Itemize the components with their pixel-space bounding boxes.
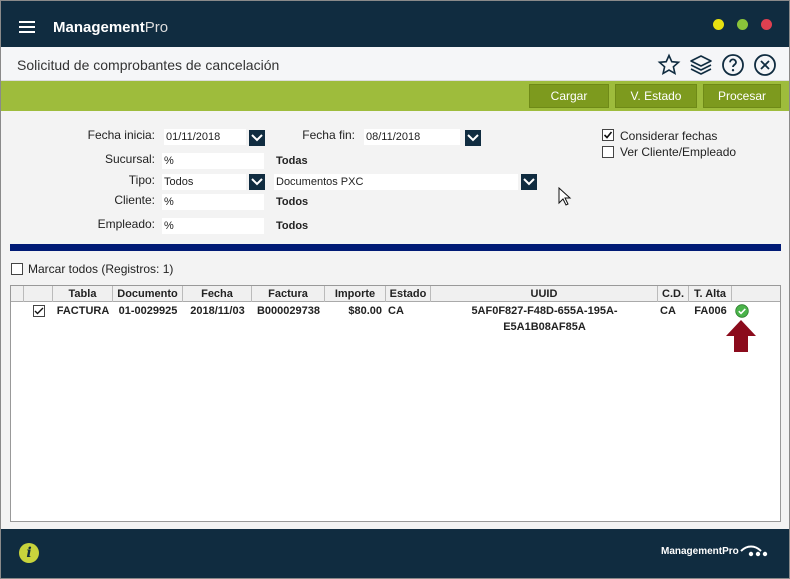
footer-bar: i ManagementPro bbox=[1, 529, 789, 578]
section-divider bbox=[10, 244, 781, 251]
tipo-dropdown-icon[interactable] bbox=[249, 174, 265, 190]
info-icon[interactable]: i bbox=[19, 543, 39, 563]
page-header: Solicitud de comprobantes de cancelación bbox=[1, 47, 789, 81]
check-circle-icon[interactable] bbox=[732, 303, 752, 319]
maximize-icon[interactable] bbox=[737, 19, 748, 30]
empleado-description: Todos bbox=[276, 220, 309, 232]
cliente-label: Cliente: bbox=[114, 193, 155, 207]
cell-fecha: 2018/11/03 bbox=[190, 305, 245, 317]
marcar-todos-label: Marcar todos (Registros: 1) bbox=[28, 262, 174, 276]
header-estado[interactable]: Estado bbox=[386, 286, 431, 302]
filter-form: Fecha inicia: 01/11/2018 Fecha fin: 08/1… bbox=[1, 111, 789, 241]
header-documento[interactable]: Documento bbox=[113, 286, 183, 302]
empleado-label: Empleado: bbox=[97, 217, 155, 231]
sucursal-description: Todas bbox=[276, 155, 308, 167]
tipo-select[interactable]: Todos bbox=[162, 174, 246, 190]
star-icon[interactable] bbox=[657, 53, 681, 77]
cell-documento: 01-0029925 bbox=[118, 305, 178, 317]
header-tabla[interactable]: Tabla bbox=[53, 286, 113, 302]
tipo-documento-dropdown-icon[interactable] bbox=[521, 174, 537, 190]
page-title: Solicitud de comprobantes de cancelación bbox=[17, 57, 280, 73]
cell-cd: CA bbox=[660, 305, 676, 317]
cliente-description: Todos bbox=[276, 196, 309, 208]
cell-tabla: FACTURA bbox=[56, 305, 110, 317]
fecha-inicia-dropdown-icon[interactable] bbox=[249, 130, 265, 146]
action-bar: Cargar V. Estado Procesar bbox=[1, 81, 789, 111]
cell-talta: FA006 bbox=[694, 305, 727, 317]
v-estado-button[interactable]: V. Estado bbox=[615, 84, 697, 108]
footer-brand: ManagementPro bbox=[661, 546, 739, 557]
fecha-inicia-field[interactable]: 01/11/2018 bbox=[164, 129, 246, 145]
considerar-fechas-label: Considerar fechas bbox=[620, 129, 718, 143]
ver-cliente-empleado-checkbox[interactable] bbox=[602, 146, 614, 158]
tipo-label: Tipo: bbox=[128, 173, 155, 187]
title-bar: ManagementPro bbox=[1, 1, 789, 47]
logo-icon bbox=[740, 545, 768, 557]
cell-uuid: 5AF0F827-F48D-655A-195A-E5A1B08AF85A bbox=[471, 305, 618, 333]
tipo-documento-select[interactable]: Documentos PXC bbox=[274, 174, 518, 190]
header-talta[interactable]: T. Alta bbox=[689, 286, 732, 302]
cell-importe: $80.00 bbox=[348, 305, 382, 317]
help-icon[interactable] bbox=[721, 53, 745, 77]
minimize-icon[interactable] bbox=[713, 19, 724, 30]
marcar-todos-checkbox[interactable] bbox=[11, 263, 23, 275]
header-cd[interactable]: C.D. bbox=[658, 286, 689, 302]
sucursal-label: Sucursal: bbox=[104, 152, 155, 166]
ver-cliente-empleado-label: Ver Cliente/Empleado bbox=[620, 145, 737, 159]
close-icon[interactable] bbox=[753, 53, 777, 77]
window-close-icon[interactable] bbox=[761, 19, 772, 30]
fecha-fin-dropdown-icon[interactable] bbox=[465, 130, 481, 146]
empleado-field[interactable]: % bbox=[162, 218, 264, 234]
up-arrow-icon bbox=[726, 320, 756, 352]
cliente-field[interactable]: % bbox=[162, 194, 264, 210]
header-select bbox=[24, 286, 53, 302]
header-uuid[interactable]: UUID bbox=[431, 286, 658, 302]
fecha-fin-label: Fecha fin: bbox=[302, 128, 355, 142]
results-table: Tabla Documento Fecha Factura Importe Es… bbox=[10, 285, 781, 522]
header-importe[interactable]: Importe bbox=[325, 286, 386, 302]
fecha-inicia-label: Fecha inicia: bbox=[87, 128, 155, 142]
cell-factura: B000029738 bbox=[256, 305, 320, 317]
row-select-checkbox[interactable] bbox=[31, 303, 47, 319]
fecha-fin-field[interactable]: 08/11/2018 bbox=[364, 129, 460, 145]
header-status bbox=[732, 286, 780, 302]
procesar-button[interactable]: Procesar bbox=[703, 84, 781, 108]
header-indicator bbox=[11, 286, 24, 302]
header-factura[interactable]: Factura bbox=[252, 286, 325, 302]
sucursal-field[interactable]: % bbox=[162, 153, 264, 169]
cargar-button[interactable]: Cargar bbox=[529, 84, 609, 108]
considerar-fechas-checkbox[interactable] bbox=[602, 129, 614, 141]
header-fecha[interactable]: Fecha bbox=[183, 286, 252, 302]
layers-icon[interactable] bbox=[689, 53, 713, 77]
app-brand: ManagementPro bbox=[53, 19, 169, 36]
mouse-cursor-icon bbox=[558, 187, 572, 206]
menu-icon[interactable] bbox=[19, 21, 35, 33]
app-window: ManagementPro Solicitud de comprobantes … bbox=[0, 0, 790, 579]
table-header: Tabla Documento Fecha Factura Importe Es… bbox=[11, 286, 780, 302]
cell-estado: CA bbox=[388, 305, 404, 317]
